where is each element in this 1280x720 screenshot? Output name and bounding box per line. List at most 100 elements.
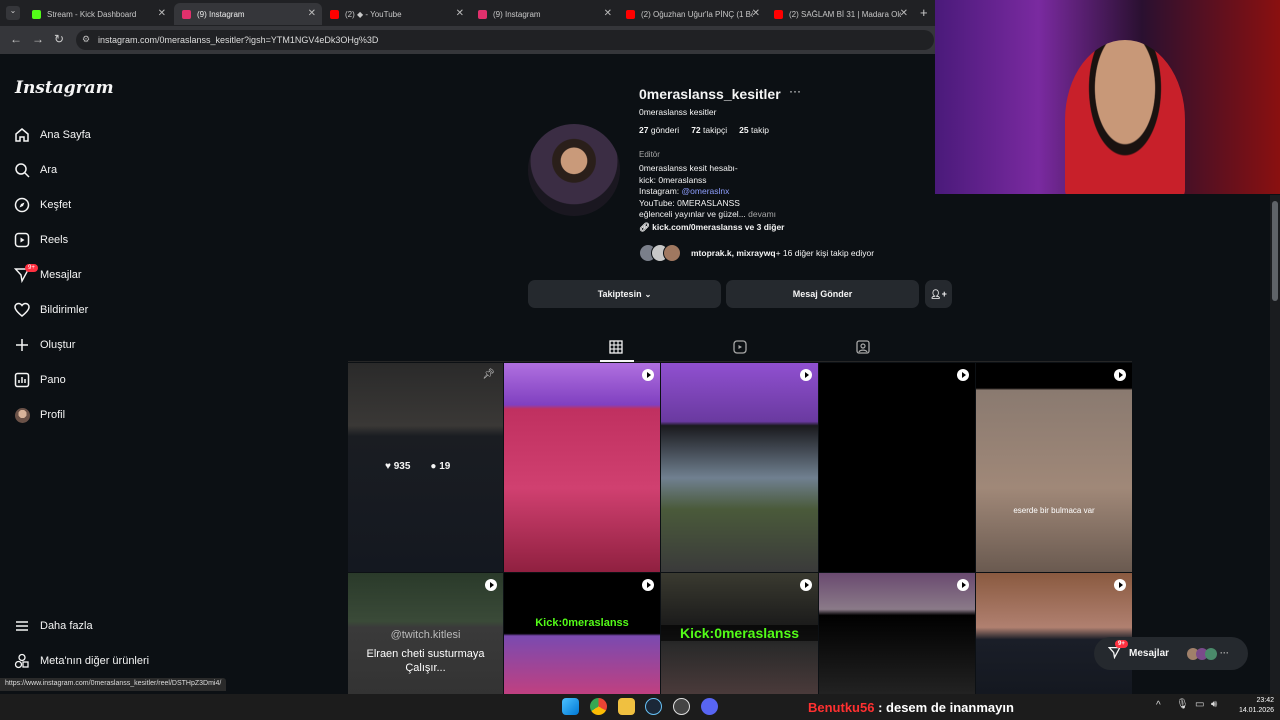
followed-by-rest: + 16 diğer kişi takip ediyor	[775, 248, 875, 258]
tab-title: (9) Instagram	[493, 9, 541, 19]
volume-icon[interactable]: 🔊︎	[1211, 699, 1217, 710]
tab-search-dropdown[interactable]: ⌄	[6, 6, 20, 20]
following-button[interactable]: Takiptesin ⌄	[528, 280, 721, 308]
tab-title: (2) SAĞLAM Bİ 31 | Madara Old	[789, 9, 901, 19]
post-tile[interactable]	[504, 363, 660, 572]
instagram-favicon-icon	[478, 9, 487, 19]
youtube-favicon-icon	[774, 9, 783, 19]
sidebar-item-label: Profil	[40, 409, 66, 421]
site-settings-icon[interactable]: ⚙	[82, 34, 90, 45]
messages-badge: 9+	[25, 264, 38, 272]
post-tile[interactable]: @twitch.kitlesi Elraen cheti susturmaya …	[348, 573, 503, 694]
reload-icon[interactable]: ↻	[54, 32, 64, 46]
steam-icon[interactable]	[645, 698, 662, 715]
sidebar-item-messages[interactable]: 9+ Mesajlar	[14, 263, 82, 287]
network-icon[interactable]: ▭	[1195, 699, 1204, 710]
new-tab-plus-icon[interactable]: +	[920, 5, 928, 20]
tab-posts-grid[interactable]	[609, 340, 623, 354]
tab-close-icon[interactable]: ✕	[158, 8, 166, 19]
bio-more-link[interactable]: devamı	[748, 209, 776, 219]
tab-youtube-pinc[interactable]: (2) Oğuzhan Uğur'la PİNÇ (1 Bö ✕	[618, 3, 766, 25]
webcam-overlay	[935, 0, 1280, 194]
file-explorer-icon[interactable]	[618, 698, 635, 715]
back-arrow-icon[interactable]: ←	[10, 32, 22, 46]
sidebar-item-meta[interactable]: Meta'nın diğer ürünleri	[14, 649, 149, 673]
instagram-logo[interactable]: Instagram	[15, 78, 114, 98]
home-icon	[14, 127, 30, 143]
sidebar-item-create[interactable]: Oluştur	[14, 333, 75, 357]
reel-icon	[642, 369, 654, 381]
post-tile[interactable]: Kick:0meraslanss	[504, 573, 660, 694]
tab-kick-dashboard[interactable]: Stream - Kick Dashboard ✕	[24, 3, 172, 25]
stream-chat-overlay: Benutku56 : desem de inanmayın	[808, 700, 1014, 715]
sidebar-item-search[interactable]: Ara	[14, 158, 57, 182]
profile-tabs	[348, 336, 1132, 362]
profile-external-link[interactable]: 🔗︎ kick.com/0meraslanss ve 3 diğer	[639, 222, 784, 233]
tab-instagram-active[interactable]: (9) Instagram ✕	[174, 3, 322, 25]
grid-icon	[609, 340, 623, 354]
microphone-icon[interactable]: 🎙︎	[1176, 699, 1189, 710]
profile-stats: 27 gönderi 72 takipçi 25 takip	[639, 125, 769, 135]
post-tile[interactable]: 📌︎ ♥ 935 ● 19	[348, 363, 503, 572]
tab-instagram[interactable]: (9) Instagram ✕	[470, 3, 618, 25]
sidebar-item-explore[interactable]: Keşfet	[14, 193, 71, 217]
post-hover-stats: ♥ 935 ● 19	[385, 461, 450, 472]
posts-count: 27	[639, 125, 649, 135]
post-caption: @twitch.kitlesi	[390, 629, 461, 641]
tab-close-icon[interactable]: ✕	[604, 8, 612, 19]
post-caption: Elraen cheti susturmaya Çalışır...	[366, 648, 485, 674]
send-message-button[interactable]: Mesaj Gönder	[726, 280, 919, 308]
sidebar-item-label: Oluştur	[40, 339, 76, 351]
post-tile[interactable]: Kick:0meraslanss	[661, 573, 818, 694]
hamburger-menu-icon	[14, 618, 30, 634]
sidebar-item-reels[interactable]: Reels	[14, 228, 68, 252]
more-icon: ···	[1220, 647, 1230, 658]
bio-mention-link[interactable]: @omeraslnx	[682, 186, 730, 196]
post-tile[interactable]: eserde bir bulmaca var	[976, 363, 1132, 572]
tab-close-icon[interactable]: ✕	[308, 8, 316, 19]
floating-messages-button[interactable]: 9+ Mesajlar ···	[1094, 637, 1248, 670]
forward-arrow-icon[interactable]: →	[32, 32, 44, 46]
browser-address-bar: ← → ↻ ⚙ instagram.com/0meraslanss_kesitl…	[0, 26, 935, 54]
profile-avatar-large[interactable]	[528, 124, 620, 216]
floating-messages-label: Mesajlar	[1129, 648, 1170, 659]
taskbar-clock[interactable]: 23:42 14.01.2026	[1228, 696, 1274, 716]
tab-title: (2) ◆ - YouTube	[345, 9, 402, 19]
post-tile[interactable]	[976, 573, 1132, 694]
sidebar-item-home[interactable]: Ana Sayfa	[14, 123, 91, 147]
sidebar-item-more[interactable]: Daha fazla	[14, 614, 93, 638]
reel-icon	[1114, 579, 1126, 591]
post-tile[interactable]	[661, 363, 818, 572]
tab-close-icon[interactable]: ✕	[752, 8, 760, 19]
tab-close-icon[interactable]: ✕	[456, 8, 464, 19]
start-menu-icon[interactable]	[562, 698, 579, 715]
following-stat[interactable]: 25 takip	[739, 125, 769, 135]
tab-tagged[interactable]	[856, 340, 870, 354]
page-scrollbar[interactable]	[1270, 195, 1280, 695]
followed-by[interactable]: mtoprak.k, mixraywq + 16 diğer kişi taki…	[639, 243, 874, 263]
sidebar-item-dashboard[interactable]: Pano	[14, 368, 66, 392]
suggested-users-button[interactable]: 👤︎+	[925, 280, 952, 308]
post-tile[interactable]	[819, 363, 975, 572]
sidebar-item-label: Bildirimler	[40, 304, 89, 316]
windows-taskbar: ^ 🎙︎ ▭ 🔊︎	[0, 694, 1280, 720]
url-input[interactable]: ⚙ instagram.com/0meraslanss_kesitler?igs…	[76, 30, 934, 50]
chat-message: : desem de inanmayın	[874, 700, 1014, 715]
more-options-icon[interactable]: ···	[789, 84, 801, 98]
scrollbar-thumb[interactable]	[1272, 201, 1278, 301]
tab-youtube[interactable]: (2) ◆ - YouTube ✕	[322, 3, 470, 25]
tab-youtube-saglam[interactable]: (2) SAĞLAM Bİ 31 | Madara Old ✕	[766, 3, 914, 25]
youtube-favicon-icon	[626, 9, 635, 19]
sidebar-item-notifications[interactable]: Bildirimler	[14, 298, 88, 322]
followers-stat[interactable]: 72 takipçi	[691, 125, 727, 135]
tab-close-icon[interactable]: ✕	[900, 8, 908, 19]
followed-by-names: mtoprak.k, mixraywq	[691, 248, 776, 258]
sidebar-item-profile[interactable]: Profil	[14, 403, 65, 427]
post-tile[interactable]	[819, 573, 975, 694]
tab-reels[interactable]	[733, 340, 747, 354]
discord-icon[interactable]	[701, 698, 718, 715]
tray-chevron-icon[interactable]: ^	[1156, 700, 1161, 711]
heart-icon	[14, 302, 30, 318]
chrome-icon[interactable]	[590, 698, 607, 715]
app-icon[interactable]	[673, 698, 690, 715]
